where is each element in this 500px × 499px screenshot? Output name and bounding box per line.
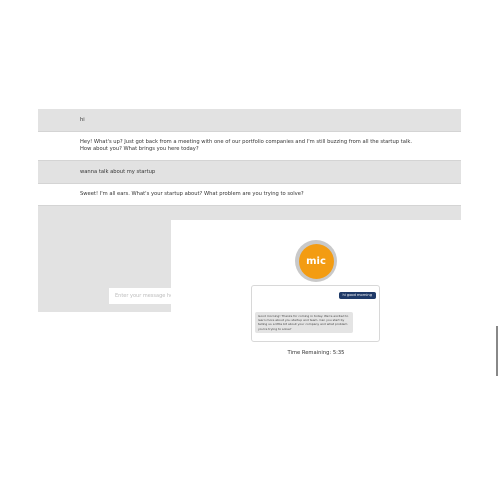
transcript-box: hi good morning Good morning! Thanks for…: [251, 285, 380, 342]
time-remaining: Time Remaining: 5:35: [287, 350, 345, 356]
chat-message-assistant: Sweet! I'm all ears. What's your startup…: [38, 183, 461, 206]
message-text: hi: [80, 116, 85, 123]
mic-ring: mic: [295, 240, 337, 282]
message-text: wanna talk about my startup: [80, 168, 156, 175]
mic-button[interactable]: mic: [298, 243, 334, 279]
assistant-message-bubble: Good morning! Thanks for coming in today…: [255, 312, 353, 333]
chat-message-user: hi: [38, 109, 461, 131]
message-text: Sweet! I'm all ears. What's your startup…: [80, 191, 304, 197]
voice-panel: mic hi good morning Good morning! Thanks…: [171, 220, 461, 379]
message-text: Hey! What's up? Just got back from a mee…: [80, 139, 412, 152]
user-message-bubble: hi good morning: [338, 292, 376, 299]
chat-message-user: wanna talk about my startup: [38, 161, 461, 183]
scrollbar-edge: [496, 326, 498, 376]
chat-message-assistant: Hey! What's up? Just got back from a mee…: [38, 131, 461, 161]
